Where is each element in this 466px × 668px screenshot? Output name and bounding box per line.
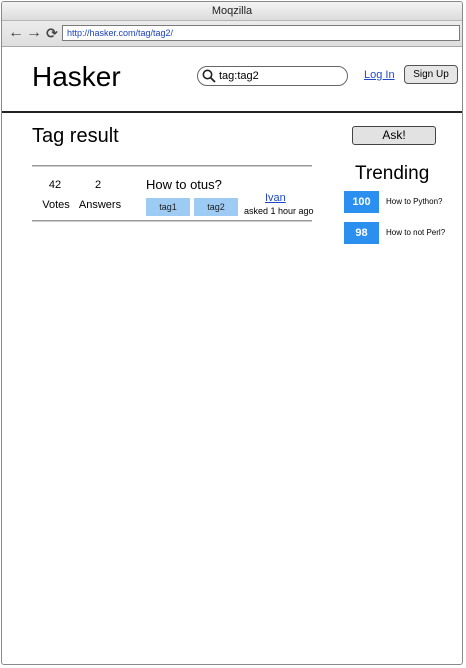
tag-chip[interactable]: tag1 — [146, 198, 190, 216]
page-content: Hasker tag:tag2 Log In Sign Up Tag resul… — [2, 47, 462, 664]
header-divider — [2, 111, 462, 113]
browser-window: Moqzilla ← → ⟳ http://hasker.com/tag/tag… — [1, 1, 463, 665]
votes-count: 42 — [48, 179, 62, 191]
tag-chip[interactable]: tag2 — [194, 198, 238, 216]
ask-button[interactable]: Ask! — [352, 126, 436, 145]
search-icon — [202, 69, 216, 83]
trending-question-link[interactable]: How to Python? — [386, 197, 442, 206]
back-arrow-icon[interactable]: ← — [8, 24, 24, 42]
site-logo[interactable]: Hasker — [32, 61, 121, 93]
browser-toolbar: ← → ⟳ http://hasker.com/tag/tag2/ — [2, 21, 462, 47]
trending-score-badge: 98 — [344, 222, 379, 244]
trending-score-badge: 100 — [344, 191, 379, 213]
forward-arrow-icon[interactable]: → — [26, 24, 42, 42]
results-divider-bottom — [32, 220, 312, 222]
window-title: Moqzilla — [2, 2, 462, 21]
search-value: tag:tag2 — [219, 70, 259, 82]
question-title[interactable]: How to otus? — [146, 177, 222, 192]
trending-title: Trending — [355, 163, 430, 184]
page-title: Tag result — [32, 125, 119, 147]
results-divider-top — [32, 165, 312, 167]
trending-question-link[interactable]: How to not Perl? — [386, 228, 445, 237]
reload-icon[interactable]: ⟳ — [44, 24, 60, 42]
author-link[interactable]: Ivan — [265, 192, 286, 204]
asked-time: asked 1 hour ago — [244, 206, 314, 216]
votes-label: Votes — [42, 199, 70, 211]
answers-count: 2 — [94, 179, 102, 191]
login-link[interactable]: Log In — [364, 69, 395, 81]
address-bar[interactable]: http://hasker.com/tag/tag2/ — [62, 25, 460, 41]
answers-label: Answers — [78, 199, 122, 211]
search-input[interactable]: tag:tag2 — [197, 66, 348, 86]
signup-button[interactable]: Sign Up — [404, 65, 458, 84]
